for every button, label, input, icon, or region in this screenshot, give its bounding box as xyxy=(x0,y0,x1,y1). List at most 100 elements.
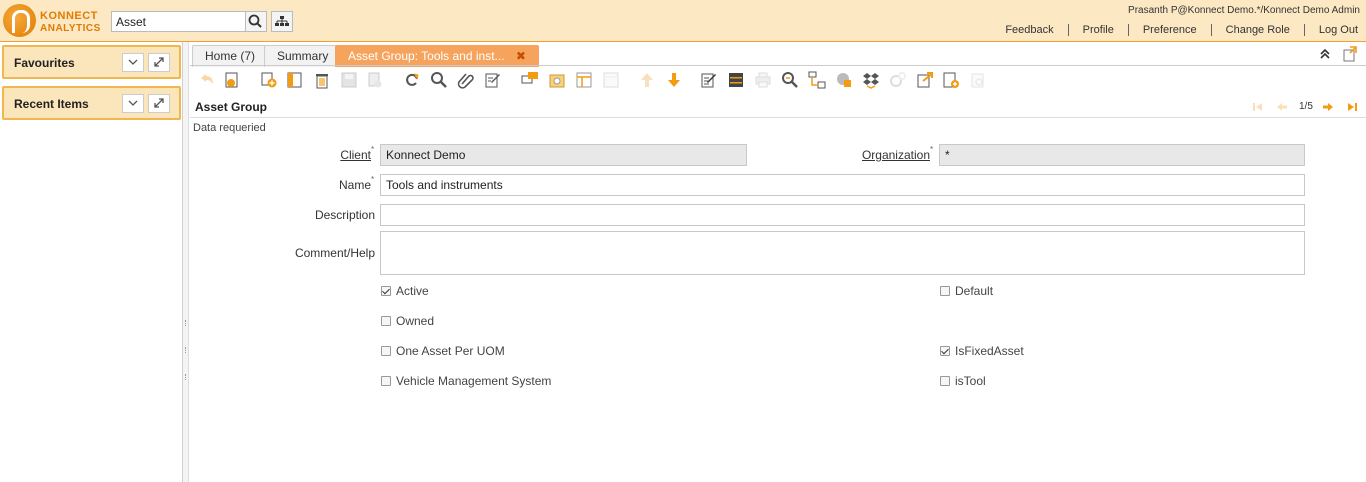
expand-icon xyxy=(154,98,164,108)
change-role-link[interactable]: Change Role xyxy=(1210,24,1304,36)
default-checkbox-label: Default xyxy=(955,284,994,298)
active-checkbox[interactable]: Active xyxy=(381,284,429,298)
name-required-mark: * xyxy=(371,175,375,184)
organization-required-mark: * xyxy=(930,145,934,154)
logo-text-line2: ANALYTICS xyxy=(40,23,101,34)
description-field[interactable] xyxy=(380,204,1305,226)
save-new-icon[interactable] xyxy=(366,71,384,89)
vehicle-management-checkbox-box[interactable] xyxy=(381,376,391,386)
grid-toggle-icon[interactable] xyxy=(575,71,593,89)
client-label[interactable]: Client xyxy=(300,148,371,162)
default-checkbox-box[interactable] xyxy=(940,286,950,296)
recent-items-collapse-button[interactable] xyxy=(122,94,144,113)
parent-record-icon[interactable] xyxy=(602,71,620,89)
recent-items-panel[interactable]: Recent Items xyxy=(2,86,181,120)
chevron-down-icon xyxy=(128,59,138,65)
first-record-icon[interactable] xyxy=(1251,101,1265,113)
menu-tree-button[interactable] xyxy=(271,11,293,32)
is-fixed-asset-checkbox[interactable]: IsFixedAsset xyxy=(940,344,1024,358)
delete-icon[interactable] xyxy=(313,71,331,89)
is-tool-checkbox[interactable]: isTool xyxy=(940,374,986,388)
tab-asset-group-label: Asset Group: Tools and inst... xyxy=(348,49,505,63)
last-record-icon[interactable] xyxy=(1345,101,1359,113)
request-icon[interactable] xyxy=(548,71,566,89)
client-field[interactable]: Konnect Demo xyxy=(380,144,747,166)
next-record-nav-icon[interactable] xyxy=(1321,101,1335,113)
favourites-panel[interactable]: Favourites xyxy=(2,45,181,79)
search-input[interactable] xyxy=(112,12,246,31)
status-message: Data requeried xyxy=(193,122,266,134)
splitter-arrow[interactable] xyxy=(185,347,187,353)
window-tabs: Home (7) Summary Asset Group: Tools and … xyxy=(190,42,1366,67)
save-icon[interactable] xyxy=(340,71,358,89)
next-record-icon[interactable] xyxy=(665,71,683,89)
description-label: Description xyxy=(314,208,375,222)
notes-icon[interactable] xyxy=(484,71,502,89)
one-asset-per-uom-label: One Asset Per UOM xyxy=(396,344,505,358)
report-icon[interactable] xyxy=(969,71,987,89)
is-tool-checkbox-box[interactable] xyxy=(940,376,950,386)
one-asset-per-uom-checkbox-box[interactable] xyxy=(381,346,391,356)
record-pager: 1/5 xyxy=(1299,101,1313,112)
previous-record-icon[interactable] xyxy=(638,71,656,89)
comment-help-label: Comment/Help xyxy=(294,246,375,260)
chevron-down-icon xyxy=(128,100,138,106)
edit-record-icon[interactable] xyxy=(286,71,304,89)
process-icon[interactable] xyxy=(889,71,907,89)
print-icon[interactable] xyxy=(754,71,772,89)
client-required-mark: * xyxy=(371,145,375,154)
zoom-across-icon[interactable] xyxy=(781,71,799,89)
undo-icon[interactable] xyxy=(198,71,216,89)
new-record-icon[interactable] xyxy=(223,71,241,89)
favourites-expand-button[interactable] xyxy=(148,53,170,72)
close-tab-icon[interactable]: ✖ xyxy=(516,49,526,63)
logo-text-line1: KONNECT xyxy=(40,10,98,22)
logout-link[interactable]: Log Out xyxy=(1303,24,1358,36)
new-window-icon[interactable] xyxy=(1342,46,1358,62)
konnect-logo[interactable]: KONNECT ANALYTICS xyxy=(3,4,109,38)
dropbox-icon[interactable] xyxy=(862,71,880,89)
find-icon[interactable] xyxy=(430,71,448,89)
vehicle-management-checkbox[interactable]: Vehicle Management System xyxy=(381,374,551,388)
chat-icon[interactable] xyxy=(521,71,539,89)
feedback-link[interactable]: Feedback xyxy=(991,24,1067,36)
prev-record-nav-icon[interactable] xyxy=(1275,101,1289,113)
organization-field[interactable]: * xyxy=(939,144,1305,166)
attachment-icon[interactable] xyxy=(457,71,475,89)
favourites-collapse-button[interactable] xyxy=(122,53,144,72)
import-icon[interactable] xyxy=(942,71,960,89)
tab-summary-label: Summary xyxy=(277,49,329,63)
tab-home[interactable]: Home (7) xyxy=(192,45,269,67)
workflow-icon[interactable] xyxy=(808,71,826,89)
lock-icon[interactable] xyxy=(835,71,853,89)
owned-checkbox-box[interactable] xyxy=(381,316,391,326)
top-links: Feedback Profile Preference Change Role … xyxy=(991,24,1358,36)
copy-record-icon[interactable] xyxy=(260,71,278,89)
export-icon[interactable] xyxy=(916,71,934,89)
recent-items-expand-button[interactable] xyxy=(148,94,170,113)
is-fixed-asset-checkbox-box[interactable] xyxy=(940,346,950,356)
preference-link[interactable]: Preference xyxy=(1127,24,1211,36)
detail-icon[interactable] xyxy=(700,71,718,89)
archive-icon[interactable] xyxy=(727,71,745,89)
window-title: Asset Group xyxy=(195,100,268,114)
default-checkbox[interactable]: Default xyxy=(940,284,993,298)
name-label: Name xyxy=(338,178,371,192)
search-button[interactable] xyxy=(245,12,266,31)
organization-label[interactable]: Organization xyxy=(830,148,930,162)
is-tool-label: isTool xyxy=(955,374,986,388)
profile-link[interactable]: Profile xyxy=(1067,24,1128,36)
tab-divider xyxy=(190,65,1308,66)
logo-icon xyxy=(3,4,36,37)
active-checkbox-box[interactable] xyxy=(381,286,391,296)
panel-splitter[interactable] xyxy=(183,42,189,482)
tab-summary[interactable]: Summary xyxy=(264,45,342,67)
tab-asset-group[interactable]: Asset Group: Tools and inst... ✖ xyxy=(335,45,539,67)
comment-help-field[interactable] xyxy=(380,231,1305,275)
collapse-all-icon[interactable] xyxy=(1318,47,1332,61)
refresh-icon[interactable] xyxy=(403,71,421,89)
name-field[interactable]: Tools and instruments xyxy=(380,174,1305,196)
tab-home-label: Home (7) xyxy=(205,49,256,63)
one-asset-per-uom-checkbox[interactable]: One Asset Per UOM xyxy=(381,344,505,358)
owned-checkbox[interactable]: Owned xyxy=(381,314,434,328)
